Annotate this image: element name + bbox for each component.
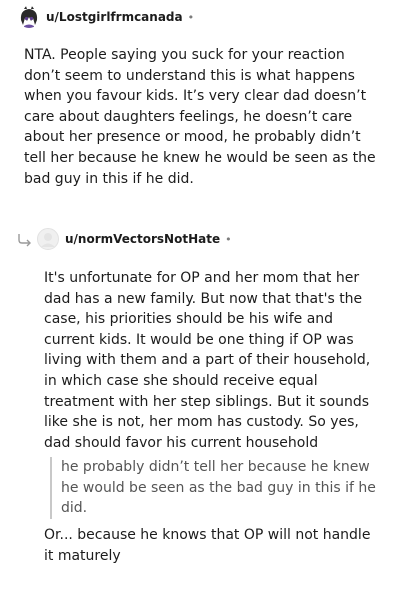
anime-avatar-icon [18, 6, 40, 28]
comment-1-username[interactable]: u/Lostgirlfrmcanada [46, 10, 183, 24]
user-avatar[interactable] [18, 6, 40, 28]
separator-dot: • [225, 232, 232, 246]
comment-1-body: NTA. People saying you suck for your rea… [24, 47, 376, 187]
default-avatar-icon[interactable] [37, 228, 59, 250]
comment-2-body: It's unfortunate for OP and her mom that… [44, 270, 371, 451]
comment-2-header: u/normVectorsNotHate • [16, 228, 232, 250]
blockquote: he probably didn’t tell her because he k… [50, 457, 377, 519]
comment-2-reply-text: Or... because he knows that OP will not … [44, 527, 371, 564]
reply-arrow-icon [18, 234, 31, 247]
comment-1-header: u/Lostgirlfrmcanada • [18, 6, 194, 28]
separator-dot: • [187, 10, 195, 24]
comment-2-username[interactable]: u/normVectorsNotHate [65, 232, 220, 246]
